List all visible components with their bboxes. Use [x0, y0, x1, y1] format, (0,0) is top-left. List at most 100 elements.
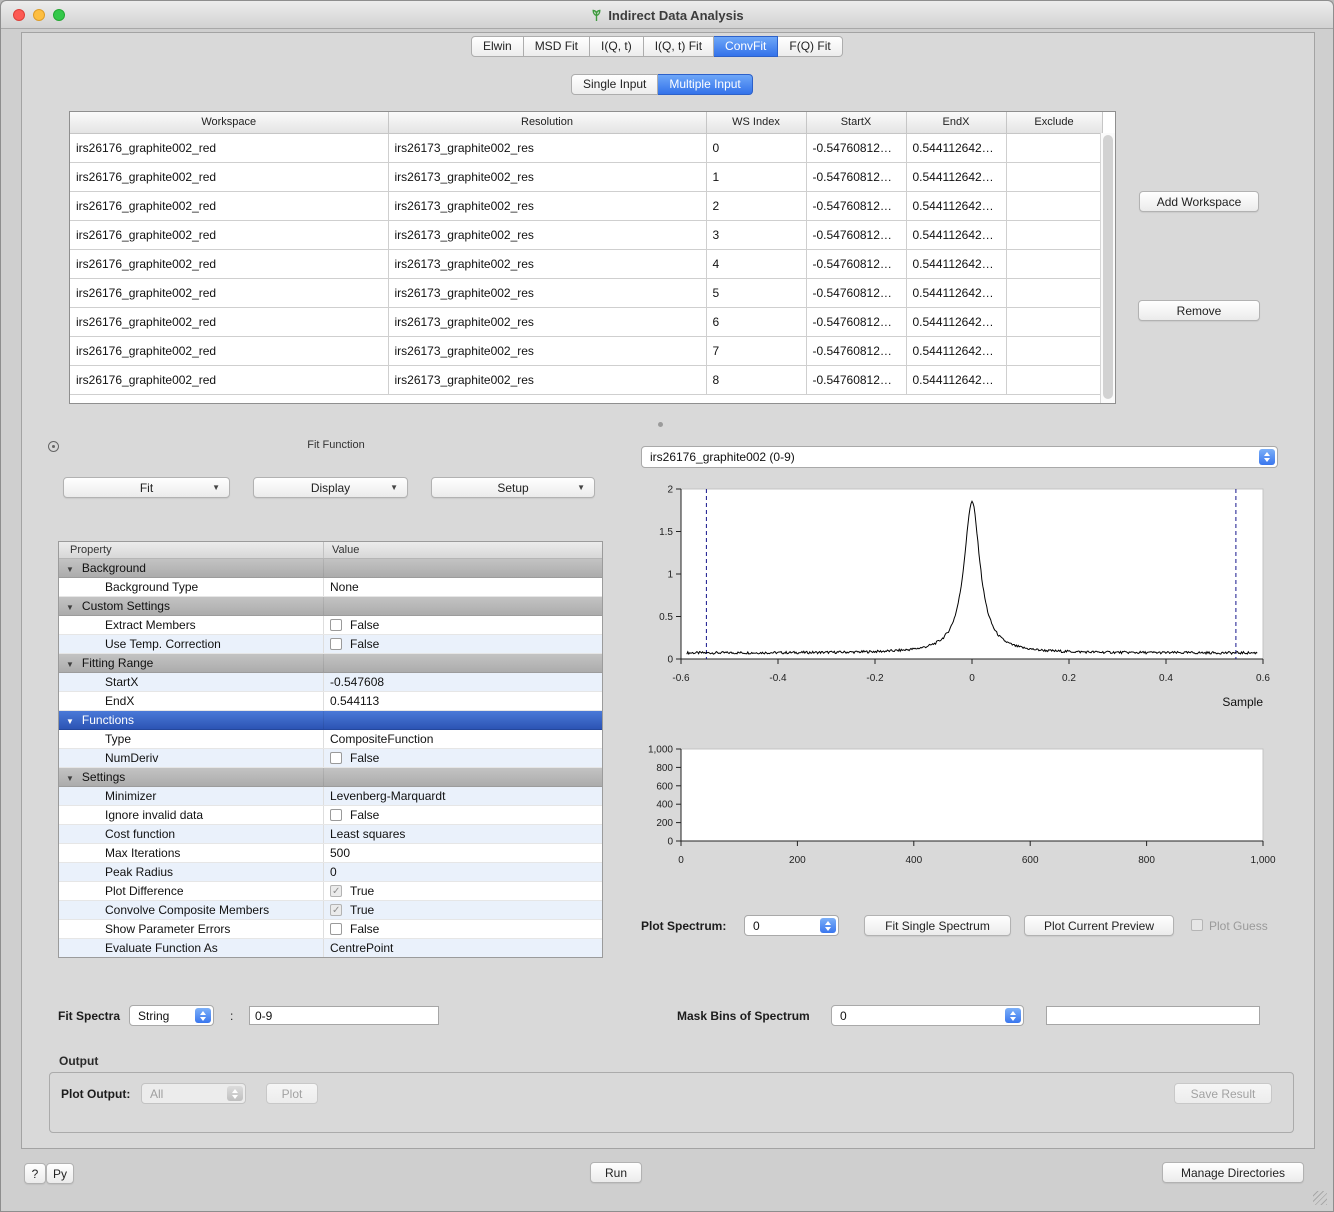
cell-startx[interactable]: -0.54760812…	[806, 336, 906, 365]
cell-endx[interactable]: 0.544112642…	[906, 336, 1006, 365]
mask-bins-spectrum-select[interactable]: 0	[831, 1005, 1024, 1026]
plot-spectrum-spinner[interactable]: 0	[744, 915, 839, 936]
column-header-exclude[interactable]: Exclude	[1006, 112, 1102, 133]
cell-resolution[interactable]: irs26173_graphite002_res	[388, 336, 706, 365]
cell-startx[interactable]: -0.54760812…	[806, 307, 906, 336]
cell-startx[interactable]: -0.54760812…	[806, 365, 906, 394]
mask-bins-input[interactable]	[1046, 1006, 1260, 1025]
splitter-handle[interactable]	[658, 422, 663, 427]
cell-exclude[interactable]	[1006, 249, 1102, 278]
plot-current-preview-button[interactable]: Plot Current Preview	[1024, 915, 1174, 936]
cell-endx[interactable]: 0.544112642…	[906, 249, 1006, 278]
tab-i-q-t[interactable]: I(Q, t)	[590, 36, 644, 57]
collapse-arrow-icon[interactable]: ▼	[66, 774, 74, 783]
cell-resolution[interactable]: irs26173_graphite002_res	[388, 365, 706, 394]
property-row-plot-difference[interactable]: Plot DifferenceTrue	[59, 882, 602, 901]
property-checkbox[interactable]	[330, 809, 342, 821]
cell-endx[interactable]: 0.544112642…	[906, 307, 1006, 336]
cell-workspace[interactable]: irs26176_graphite002_red	[70, 220, 388, 249]
cell-workspace[interactable]: irs26176_graphite002_red	[70, 307, 388, 336]
property-checkbox[interactable]	[330, 752, 342, 764]
property-group-functions[interactable]: ▼Functions	[59, 711, 602, 730]
cell-endx[interactable]: 0.544112642…	[906, 133, 1006, 162]
collapse-arrow-icon[interactable]: ▼	[66, 565, 74, 574]
cell-workspace[interactable]: irs26176_graphite002_red	[70, 278, 388, 307]
property-value[interactable]: False	[350, 749, 379, 767]
property-value[interactable]: None	[330, 578, 359, 596]
fit-preview-plot[interactable]: 02004006008001,00002004006008001,000	[641, 739, 1278, 874]
cell-exclude[interactable]	[1006, 162, 1102, 191]
column-header-resolution[interactable]: Resolution	[388, 112, 706, 133]
property-row-show-parameter-errors[interactable]: Show Parameter ErrorsFalse	[59, 920, 602, 939]
collapse-arrow-icon[interactable]: ▼	[66, 717, 74, 726]
tab-i-q-t-fit[interactable]: I(Q, t) Fit	[644, 36, 714, 57]
property-value[interactable]: -0.547608	[330, 673, 384, 691]
tab-multiple-input[interactable]: Multiple Input	[658, 74, 752, 95]
cell-resolution[interactable]: irs26173_graphite002_res	[388, 191, 706, 220]
run-button[interactable]: Run	[590, 1162, 642, 1183]
workspace-table-row[interactable]: irs26176_graphite002_redirs26173_graphit…	[70, 365, 1102, 394]
cell-startx[interactable]: -0.54760812…	[806, 249, 906, 278]
property-value[interactable]: False	[350, 920, 379, 938]
property-row-type[interactable]: TypeCompositeFunction	[59, 730, 602, 749]
cell-startx[interactable]: -0.54760812…	[806, 162, 906, 191]
property-value[interactable]: 0	[330, 863, 337, 881]
tab-elwin[interactable]: Elwin	[471, 36, 524, 57]
cell-resolution[interactable]: irs26173_graphite002_res	[388, 162, 706, 191]
property-checkbox[interactable]	[330, 923, 342, 935]
cell-workspace[interactable]: irs26176_graphite002_red	[70, 365, 388, 394]
stepper-icon[interactable]	[820, 918, 836, 933]
property-row-numderiv[interactable]: NumDerivFalse	[59, 749, 602, 768]
property-row-minimizer[interactable]: MinimizerLevenberg-Marquardt	[59, 787, 602, 806]
property-checkbox[interactable]	[330, 904, 342, 916]
workspace-table-row[interactable]: irs26176_graphite002_redirs26173_graphit…	[70, 220, 1102, 249]
tab-convfit[interactable]: ConvFit	[714, 36, 778, 57]
property-value[interactable]: CentrePoint	[330, 939, 393, 957]
property-value[interactable]: False	[350, 616, 379, 634]
property-checkbox[interactable]	[330, 638, 342, 650]
cell-ws_index[interactable]: 4	[706, 249, 806, 278]
property-value[interactable]: CompositeFunction	[330, 730, 433, 748]
collapse-arrow-icon[interactable]: ▼	[66, 603, 74, 612]
cell-resolution[interactable]: irs26173_graphite002_res	[388, 220, 706, 249]
property-group-settings[interactable]: ▼Settings	[59, 768, 602, 787]
property-row-ignore-invalid-data[interactable]: Ignore invalid dataFalse	[59, 806, 602, 825]
property-checkbox[interactable]	[330, 885, 342, 897]
resize-grip[interactable]	[1313, 1191, 1327, 1205]
cell-ws_index[interactable]: 0	[706, 133, 806, 162]
preview-workspace-selector[interactable]: irs26176_graphite002 (0-9)	[641, 446, 1278, 468]
column-header-workspace[interactable]: Workspace	[70, 112, 388, 133]
cell-workspace[interactable]: irs26176_graphite002_red	[70, 249, 388, 278]
cell-ws_index[interactable]: 1	[706, 162, 806, 191]
cell-endx[interactable]: 0.544112642…	[906, 191, 1006, 220]
table-scrollbar[interactable]	[1100, 133, 1115, 403]
tab-single-input[interactable]: Single Input	[571, 74, 658, 95]
cell-exclude[interactable]	[1006, 191, 1102, 220]
cell-ws_index[interactable]: 3	[706, 220, 806, 249]
cell-exclude[interactable]	[1006, 220, 1102, 249]
cell-endx[interactable]: 0.544112642…	[906, 278, 1006, 307]
stepper-icon[interactable]	[1005, 1008, 1021, 1023]
help-button[interactable]: ?	[24, 1163, 46, 1184]
cell-resolution[interactable]: irs26173_graphite002_res	[388, 133, 706, 162]
workspace-table-row[interactable]: irs26176_graphite002_redirs26173_graphit…	[70, 162, 1102, 191]
cell-ws_index[interactable]: 2	[706, 191, 806, 220]
cell-startx[interactable]: -0.54760812…	[806, 133, 906, 162]
property-row-background-type[interactable]: Background TypeNone	[59, 578, 602, 597]
fit-single-spectrum-button[interactable]: Fit Single Spectrum	[864, 915, 1011, 936]
property-row-endx[interactable]: EndX0.544113	[59, 692, 602, 711]
stepper-icon[interactable]	[195, 1008, 211, 1023]
python-export-button[interactable]: Py	[46, 1163, 74, 1184]
cell-ws_index[interactable]: 8	[706, 365, 806, 394]
property-row-peak-radius[interactable]: Peak Radius0	[59, 863, 602, 882]
scrollbar-thumb[interactable]	[1103, 135, 1113, 399]
property-value[interactable]: True	[350, 882, 374, 900]
column-header-endx[interactable]: EndX	[906, 112, 1006, 133]
workspace-table-row[interactable]: irs26176_graphite002_redirs26173_graphit…	[70, 336, 1102, 365]
property-group-background[interactable]: ▼Background	[59, 559, 602, 578]
cell-endx[interactable]: 0.544112642…	[906, 162, 1006, 191]
stepper-icon[interactable]	[1259, 449, 1275, 465]
cell-endx[interactable]: 0.544112642…	[906, 220, 1006, 249]
workspace-table-row[interactable]: irs26176_graphite002_redirs26173_graphit…	[70, 249, 1102, 278]
cell-startx[interactable]: -0.54760812…	[806, 220, 906, 249]
